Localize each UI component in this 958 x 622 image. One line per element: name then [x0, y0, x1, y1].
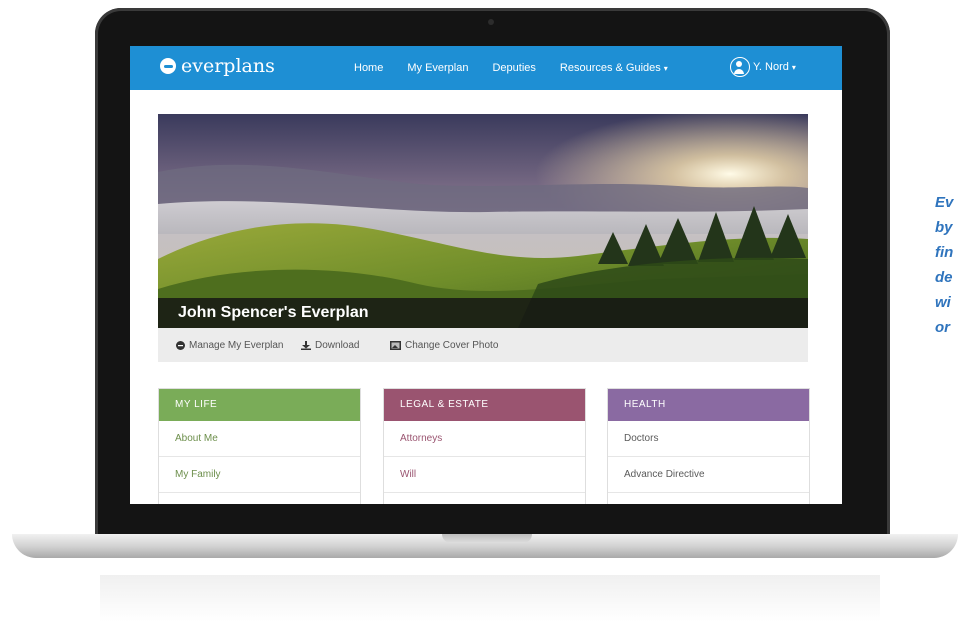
logo-icon	[160, 58, 176, 74]
cover-title: John Spencer's Everplan	[178, 304, 369, 321]
download-button[interactable]: Download	[301, 340, 359, 351]
card-title[interactable]: MY LIFE	[159, 389, 360, 421]
card-item-will[interactable]: Will	[384, 457, 585, 493]
top-navbar: everplans Home My Everplan Deputies Reso…	[130, 46, 842, 90]
user-name: Y. Nord	[753, 61, 789, 73]
card-title[interactable]: HEALTH	[608, 389, 809, 421]
side-caption-line: fin	[935, 244, 954, 261]
manage-icon	[176, 341, 185, 350]
user-avatar-icon	[730, 57, 750, 77]
change-cover-label: Change Cover Photo	[405, 340, 499, 351]
nav-deputies[interactable]: Deputies	[492, 62, 535, 74]
manage-label: Manage My Everplan	[189, 340, 284, 351]
side-caption-line: wi	[935, 294, 951, 311]
image-icon	[390, 341, 401, 350]
card-item-about-me[interactable]: About Me	[159, 421, 360, 457]
cover-actions-bar: Manage My Everplan Download Change Cover…	[158, 328, 808, 362]
user-menu[interactable]: Y. Nord ▾	[730, 57, 796, 77]
nav-resources-guides[interactable]: Resources & Guides ▾	[560, 62, 668, 74]
manage-my-everplan-button[interactable]: Manage My Everplan	[176, 340, 284, 351]
side-caption-line: by	[935, 219, 953, 236]
card-item-my-family[interactable]: My Family	[159, 457, 360, 493]
card-legal-estate: LEGAL & ESTATE Attorneys Will	[383, 388, 586, 504]
download-icon	[301, 341, 311, 350]
side-caption-line: Ev	[935, 194, 954, 211]
logo-text: everplans	[181, 55, 275, 77]
card-health: HEALTH Doctors Advance Directive	[607, 388, 810, 504]
card-title[interactable]: LEGAL & ESTATE	[384, 389, 585, 421]
nav-home[interactable]: Home	[354, 62, 383, 74]
laptop-base	[12, 534, 958, 558]
side-caption-line: or	[935, 319, 950, 336]
cover-photo: John Spencer's Everplan	[158, 114, 808, 328]
app-screen: everplans Home My Everplan Deputies Reso…	[130, 46, 842, 504]
landscape-image	[158, 114, 808, 328]
laptop-bezel: everplans Home My Everplan Deputies Reso…	[95, 8, 890, 538]
side-caption: Ev by fin de wi or	[935, 190, 953, 340]
side-caption-line: de	[935, 269, 953, 286]
chevron-down-icon: ▾	[791, 62, 796, 72]
card-my-life: MY LIFE About Me My Family	[158, 388, 361, 504]
nav-links: Home My Everplan Deputies Resources & Gu…	[354, 62, 692, 74]
cover-title-bar: John Spencer's Everplan	[158, 298, 808, 328]
download-label: Download	[315, 340, 360, 351]
card-item-advance-directive[interactable]: Advance Directive	[608, 457, 809, 493]
card-item-attorneys[interactable]: Attorneys	[384, 421, 585, 457]
card-item-doctors[interactable]: Doctors	[608, 421, 809, 457]
chevron-down-icon: ▾	[663, 64, 668, 73]
nav-resources-label: Resources & Guides	[559, 62, 661, 74]
everplans-logo[interactable]: everplans	[160, 55, 275, 77]
camera-dot	[488, 19, 494, 25]
nav-my-everplan[interactable]: My Everplan	[407, 62, 468, 74]
laptop-reflection	[100, 575, 880, 622]
laptop-notch	[442, 534, 532, 543]
change-cover-photo-button[interactable]: Change Cover Photo	[390, 340, 498, 351]
